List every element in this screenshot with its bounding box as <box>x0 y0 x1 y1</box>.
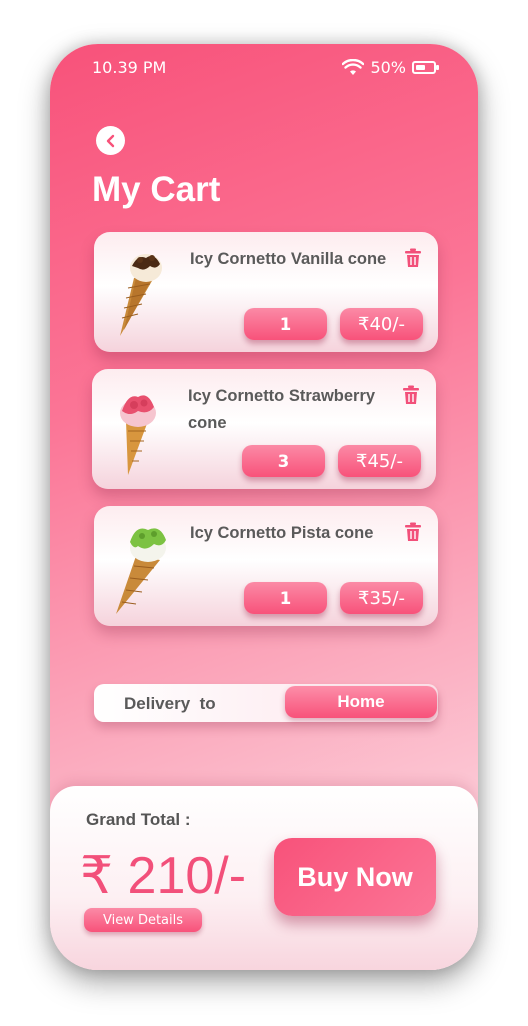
item-name: Icy Cornetto Vanilla cone <box>190 250 387 268</box>
vanilla-cone-image <box>120 254 162 336</box>
view-details-button[interactable]: View Details <box>84 908 202 932</box>
pista-cone-image <box>116 528 166 614</box>
price-pill: ₹45/- <box>338 445 421 477</box>
quantity-pill[interactable]: 1 <box>244 308 327 340</box>
back-arrow-icon <box>106 134 114 147</box>
quantity-pill[interactable]: 3 <box>242 445 325 477</box>
status-right: 50% <box>342 58 439 77</box>
status-bar: 10.39 PM 50% <box>50 44 478 94</box>
grand-total-value: ₹ 210/- <box>80 847 247 905</box>
checkout-panel: Grand Total : ₹ 210/- View Details Buy N… <box>50 786 478 970</box>
status-time: 10.39 PM <box>92 58 167 77</box>
delivery-option-home[interactable]: Home <box>285 686 437 718</box>
battery-icon <box>412 61 439 74</box>
trash-icon[interactable] <box>404 522 422 542</box>
price-pill: ₹40/- <box>340 308 423 340</box>
item-name: Icy Cornetto Strawberry cone <box>188 387 376 432</box>
quantity-pill[interactable]: 1 <box>244 582 327 614</box>
cart-item-pista: Icy Cornetto Pista cone 1 ₹35/- <box>94 506 438 626</box>
trash-icon[interactable] <box>402 385 420 405</box>
cart-item-strawberry: Icy Cornetto Strawberry cone 3 ₹45/- <box>92 369 436 489</box>
delivery-selector[interactable]: Delivery to Home <box>94 684 438 722</box>
grand-total-label: Grand Total : <box>86 810 191 829</box>
back-button[interactable] <box>96 126 125 155</box>
wifi-icon <box>342 58 365 75</box>
battery-percent: 50% <box>370 58 406 77</box>
phone-screen: 10.39 PM 50% My Cart Icy Cornetto Vanill… <box>50 44 478 970</box>
delivery-label: Delivery to <box>124 694 216 713</box>
trash-icon[interactable] <box>404 248 422 268</box>
page-title: My Cart <box>92 170 221 209</box>
cart-item-vanilla: Icy Cornetto Vanilla cone 1 ₹40/- <box>94 232 438 352</box>
strawberry-cone-image <box>120 395 156 475</box>
price-pill: ₹35/- <box>340 582 423 614</box>
buy-now-button[interactable]: Buy Now <box>274 838 436 916</box>
item-name: Icy Cornetto Pista cone <box>190 524 374 542</box>
